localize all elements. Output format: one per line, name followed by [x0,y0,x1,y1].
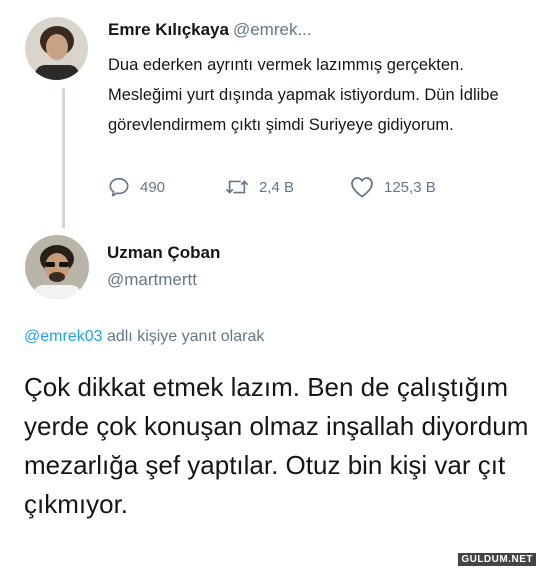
avatar-uzman[interactable] [25,235,89,299]
tweet2-text: Çok dikkat etmek lazım. Ben de çalıştığı… [24,372,529,519]
reply-count: 490 [140,178,166,196]
tweet1-author-name[interactable]: Emre Kılıçkaya [108,20,229,39]
heart-icon [351,177,373,198]
tweet1-author-handle[interactable]: @emrek... [233,20,312,39]
tweet2-author-handle[interactable]: @martmertt [107,270,197,290]
thread-connector-line [62,88,65,228]
reply-icon [109,177,129,197]
reply-context-label: adlı kişiye yanıt olarak [102,328,265,345]
retweet-count: 2,4 B [259,178,295,196]
reply-context: @emrek03 adlı kişiye yanıt olarak [24,328,264,346]
retweet-icon [225,180,249,194]
tweet2-author-name[interactable]: Uzman Çoban [107,243,220,263]
like-count: 125,3 B [384,178,436,196]
reply-to-mention-link[interactable]: @emrek03 [24,328,103,345]
tweet1-actions: 490 2,4 B 125,3 B [108,175,528,199]
reply-button[interactable]: 490 [108,175,165,199]
like-button[interactable]: 125,3 B [350,175,436,199]
retweet-button[interactable]: 2,4 B [225,175,294,199]
watermark: GULDUM.NET [458,553,536,566]
tweet1-text: Dua ederken ayrıntı vermek lazımmış gerç… [108,56,499,134]
avatar-emre[interactable] [25,17,88,80]
tweet1-header: Emre Kılıçkaya @emrek... [108,20,312,40]
